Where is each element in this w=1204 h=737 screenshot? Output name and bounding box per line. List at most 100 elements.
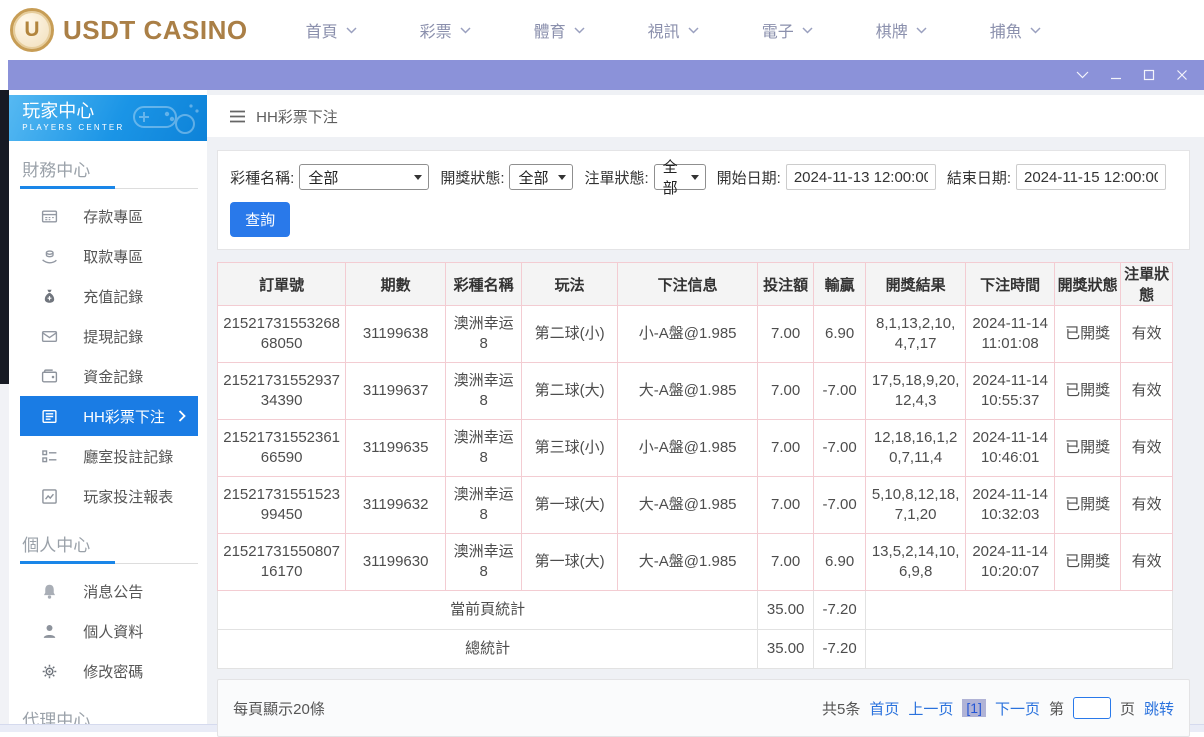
sidebar-section-title: 個人中心: [22, 536, 91, 555]
window-minimize-icon[interactable]: [1110, 69, 1122, 81]
sidebar-item-label: 存款專區: [83, 208, 144, 226]
end-date-input[interactable]: [1016, 164, 1166, 190]
sidebar-item-deposit[interactable]: 存款專區: [20, 196, 198, 236]
content-row: 玩家中心 PLAYERS CENTER 財務中心 存款專區 取款專區 充值記錄 提現記錄…: [0, 90, 1204, 737]
sidebar-item-withdrawal-record[interactable]: 提現記錄: [20, 316, 198, 356]
prev-page-link[interactable]: 上一页: [908, 698, 953, 719]
summary-empty-cell: [865, 590, 1174, 630]
table-row: 2152173155152399450 31199632 澳洲幸运8 第一球(大) 大-…: [217, 476, 1174, 534]
gamepad-icon: [133, 104, 199, 134]
table-row: 2152173155326868050 31199638 澳洲幸运8 第二球(小) 小-…: [217, 305, 1174, 363]
table-cell: 澳洲幸运8: [445, 533, 523, 591]
table-cell: 澳洲幸运8: [445, 476, 523, 534]
sidebar-item-withdraw[interactable]: 取款專區: [20, 236, 198, 276]
column-header-0: 訂單號: [217, 262, 347, 306]
bet-report-icon: [41, 488, 58, 505]
chevron-down-icon: [1030, 26, 1041, 34]
window-close-icon[interactable]: [1176, 69, 1188, 81]
table-row: 2152173155080716170 31199630 澳洲幸运8 第一球(大) 大-…: [217, 533, 1174, 591]
chevron-down-icon: [802, 26, 813, 34]
window-maximize-icon[interactable]: [1143, 69, 1155, 81]
draw-status-value: 全部: [518, 169, 549, 187]
summary-win-loss: -7.20: [813, 629, 867, 669]
logo-coin-icon: U: [10, 8, 54, 52]
nav-item-label: 視訊: [647, 24, 680, 41]
filter-panel: 彩種名稱: 全部 開獎狀態: 全部 注單狀態: 全部 開始日期: 結束日期: 查…: [217, 150, 1190, 250]
sidebar-item-profile[interactable]: 個人資料: [20, 611, 198, 651]
nav-item-electronic[interactable]: 電子: [762, 18, 813, 42]
password-icon: [41, 663, 58, 680]
table-cell: 已開獎: [1054, 305, 1122, 363]
window-chevron-down-icon[interactable]: [1076, 71, 1089, 79]
summary-row: 總統計 35.00 -7.20: [217, 629, 1174, 669]
deposit-icon: [41, 208, 58, 225]
sidebar-item-label: 玩家投注報表: [83, 488, 174, 506]
table-cell: 2152173155236166590: [217, 419, 347, 477]
summary-label: 當前頁統計: [217, 590, 759, 630]
sidebar-section-title: 財務中心: [22, 161, 91, 180]
table-cell: 小-A盤@1.985: [617, 419, 759, 477]
table-cell: 第二球(小): [521, 305, 619, 363]
sidebar-item-label: 消息公告: [83, 583, 144, 601]
start-date-input[interactable]: [785, 164, 936, 190]
sidebar-sections: 財務中心存款專區取款專區充值記錄提現記錄資金記錄 HH彩票下注廳室投註記錄玩家投注…: [9, 141, 207, 724]
first-page-link[interactable]: 首页: [869, 698, 899, 719]
table-cell: -7.00: [813, 362, 867, 420]
nav-item-lottery[interactable]: 彩票: [420, 18, 471, 42]
sidebar-item-recharge-record[interactable]: 充值記錄: [20, 276, 198, 316]
lottery-name-select[interactable]: 全部: [299, 164, 430, 190]
table-cell: 2024-11-14 10:20:07: [965, 533, 1056, 591]
search-button[interactable]: 查詢: [230, 202, 291, 237]
section-underline: [20, 186, 199, 189]
current-page-badge: [1]: [962, 699, 986, 717]
table-cell: 有效: [1120, 419, 1174, 477]
next-page-link[interactable]: 下一页: [995, 698, 1040, 719]
nav-item-video[interactable]: 視訊: [648, 18, 699, 42]
nav-item-label: 棋牌: [875, 24, 908, 41]
nav-item-fishing[interactable]: 捕魚: [990, 18, 1041, 42]
sidebar-item-room-bet-record[interactable]: 廳室投註記錄: [20, 436, 198, 476]
sidebar-item-announcements[interactable]: 消息公告: [20, 571, 198, 611]
sidebar-item-label: 取款專區: [83, 248, 144, 266]
table-cell: 7.00: [757, 533, 815, 591]
nav-item-sports[interactable]: 體育: [534, 18, 585, 42]
sidebar-item-label: 提現記錄: [83, 328, 144, 346]
nav-item-label: 彩票: [419, 24, 452, 41]
table-cell: 澳洲幸运8: [445, 419, 523, 477]
order-status-value: 全部: [662, 159, 678, 197]
sidebar-item-funds-record[interactable]: 資金記錄: [20, 356, 198, 396]
page-size-text: 每頁顯示20條: [233, 700, 325, 718]
main-nav: 首頁 彩票 體育 視訊 電子 棋牌 捕魚: [306, 18, 1041, 42]
jump-prefix-label: 第: [1048, 700, 1064, 718]
table-cell: 第一球(大): [521, 476, 619, 534]
sidebar-section-title: 代理中心: [22, 711, 91, 724]
table-cell: 2024-11-14 10:32:03: [965, 476, 1056, 534]
page-jump-input[interactable]: [1072, 697, 1111, 719]
nav-item-label: 捕魚: [989, 24, 1022, 41]
recharge-record-icon: [41, 288, 58, 305]
table-cell: 12,18,16,1,20,7,11,4: [865, 419, 967, 477]
sidebar: 玩家中心 PLAYERS CENTER 財務中心 存款專區 取款專區 充值記錄 提現記錄…: [9, 90, 208, 724]
breadcrumb-bar: HH彩票下注: [207, 95, 1204, 137]
table-cell: 第二球(大): [521, 362, 619, 420]
logo[interactable]: U USDT CASINO: [10, 8, 248, 52]
chevron-down-icon: [574, 26, 585, 34]
table-cell: 已開獎: [1054, 362, 1122, 420]
hamburger-icon[interactable]: [229, 110, 246, 123]
draw-status-select[interactable]: 全部: [509, 164, 574, 190]
sidebar-item-change-password[interactable]: 修改密碼: [20, 651, 198, 691]
table-cell: 5,10,8,12,18,7,1,20: [865, 476, 967, 534]
jump-button[interactable]: 跳转: [1144, 698, 1174, 719]
nav-item-chess[interactable]: 棋牌: [876, 18, 927, 42]
table-cell: 2024-11-14 10:55:37: [965, 362, 1056, 420]
chevron-down-icon: [916, 26, 927, 34]
summary-bet-total: 35.00: [757, 629, 815, 669]
sidebar-item-label: HH彩票下注: [83, 408, 165, 426]
column-header-3: 玩法: [521, 262, 619, 306]
sidebar-item-player-bet-report[interactable]: 玩家投注報表: [20, 476, 198, 516]
section-underline: [20, 561, 199, 564]
order-status-select[interactable]: 全部: [653, 159, 706, 197]
sidebar-item-hh-lottery-bet[interactable]: HH彩票下注: [20, 396, 199, 436]
table-cell: 已開獎: [1054, 533, 1122, 591]
nav-item-home[interactable]: 首頁: [306, 18, 357, 42]
